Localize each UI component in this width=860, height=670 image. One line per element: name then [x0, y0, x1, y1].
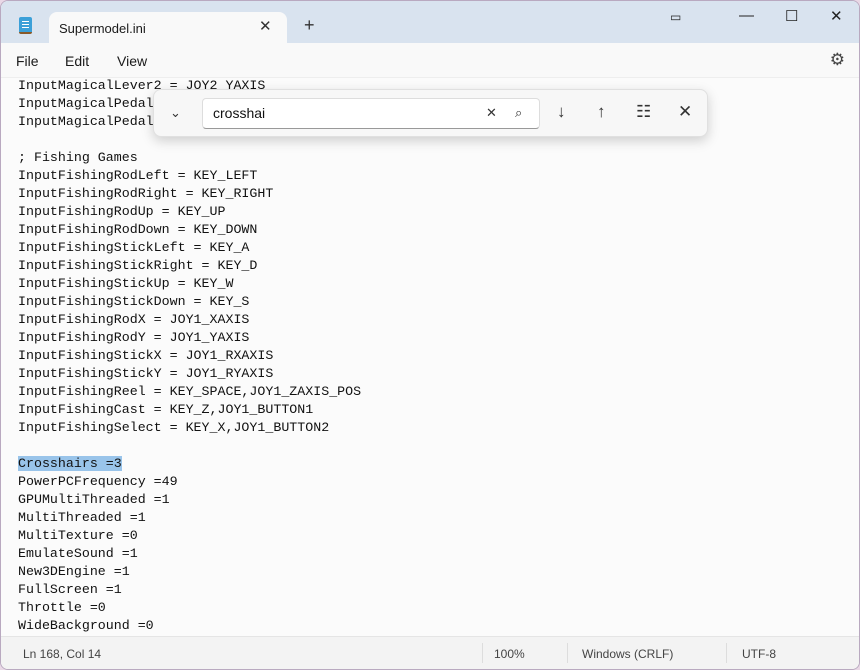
line-text: MultiThreaded =1: [18, 510, 146, 525]
text-line: InputMagicalPedal: [18, 95, 154, 113]
line-text: InputFishingStickUp = KEY_W: [18, 276, 234, 291]
line-ending[interactable]: Windows (CRLF): [582, 647, 673, 661]
text-line: EmulateSound =1: [18, 545, 138, 563]
settings-gear-icon[interactable]: ⚙: [830, 50, 845, 70]
maximize-button[interactable]: ☐: [785, 7, 798, 25]
minimize-button[interactable]: —: [739, 7, 754, 24]
clear-search-icon[interactable]: ✕: [486, 105, 497, 121]
text-line: WideBackground =0: [18, 617, 154, 635]
notepad-window: Supermodel.ini ✕ + ▭ — ☐ ✕ File Edit Vie…: [0, 0, 860, 670]
status-bar: Ln 168, Col 14 100% Windows (CRLF) UTF-8: [1, 636, 859, 669]
line-text: EmulateSound =1: [18, 546, 138, 561]
text-line: InputFishingRodDown = KEY_DOWN: [18, 221, 257, 239]
compact-overlay-icon[interactable]: ▭: [670, 10, 681, 24]
line-text: InputFishingRodDown = KEY_DOWN: [18, 222, 258, 237]
text-line: InputFishingStickDown = KEY_S: [18, 293, 249, 311]
expand-replace-chevron-icon[interactable]: ⌄: [170, 105, 181, 121]
text-line: New3DEngine =1: [18, 563, 130, 581]
close-window-button[interactable]: ✕: [830, 7, 843, 25]
text-line: InputFishingRodLeft = KEY_LEFT: [18, 167, 257, 185]
notepad-app-icon: [19, 17, 32, 34]
line-text: InputFishingStickRight = KEY_D: [18, 258, 258, 273]
text-editor[interactable]: InputMagicalLever2 = JOY2_YAXIS InputMagi…: [1, 77, 859, 638]
find-next-arrow-down-icon[interactable]: ↓: [557, 102, 566, 122]
text-line: InputFishingStickY = JOY1_RYAXIS: [18, 365, 273, 383]
text-line: InputFishingSelect = KEY_X,JOY1_BUTTON2: [18, 419, 329, 437]
text-line: InputFishingRodUp = KEY_UP: [18, 203, 225, 221]
zoom-level[interactable]: 100%: [494, 647, 525, 661]
line-text: InputFishingRodLeft = KEY_LEFT: [18, 168, 258, 183]
find-bar: ⌄ crosshai ✕ ⌕ ↓ ↑ ☷ ✕: [153, 89, 708, 137]
line-text: InputFishingStickLeft = KEY_A: [18, 240, 250, 255]
text-line: FullScreen =1: [18, 581, 122, 599]
line-text: WideBackground =0: [18, 618, 154, 633]
line-text: InputFishingRodY = JOY1_YAXIS: [18, 330, 250, 345]
text-line: MultiThreaded =1: [18, 509, 146, 527]
line-text: InputFishingCast = KEY_Z,JOY1_BUTTON1: [18, 402, 314, 417]
line-text: MultiTexture =0: [18, 528, 138, 543]
find-previous-arrow-up-icon[interactable]: ↑: [597, 102, 606, 122]
tab-title: Supermodel.ini: [59, 21, 146, 36]
text-line: PowerPCFrequency =49: [18, 473, 178, 491]
text-line: Throttle =0: [18, 599, 106, 617]
text-line: InputFishingCast = KEY_Z,JOY1_BUTTON1: [18, 401, 313, 419]
cursor-position: Ln 168, Col 14: [23, 647, 102, 661]
encoding[interactable]: UTF-8: [742, 647, 776, 661]
close-tab-icon[interactable]: ✕: [259, 17, 272, 35]
line-text: GPUMultiThreaded =1: [18, 492, 170, 507]
text-line: InputFishingStickUp = KEY_W: [18, 275, 233, 293]
search-options-icon[interactable]: ☷: [636, 102, 651, 122]
text-line: InputFishingRodX = JOY1_XAXIS: [18, 311, 249, 329]
search-icon[interactable]: ⌕: [515, 105, 522, 121]
line-text: PowerPCFrequency =49: [18, 474, 178, 489]
line-text: InputFishingSelect = KEY_X,JOY1_BUTTON2: [18, 420, 330, 435]
menu-file[interactable]: File: [16, 53, 39, 69]
line-text: ; Fishing Games: [18, 150, 138, 165]
text-line: InputMagicalPedal: [18, 113, 154, 131]
line-text: InputFishingRodRight = KEY_RIGHT: [18, 186, 274, 201]
line-text: InputMagicalPedal: [18, 96, 154, 111]
text-line: InputFishingStickRight = KEY_D: [18, 257, 257, 275]
selected-text: Crosshairs =3: [18, 456, 122, 471]
new-tab-button[interactable]: +: [304, 15, 315, 36]
menu-edit[interactable]: Edit: [65, 53, 89, 69]
line-text: InputFishingStickX = JOY1_RXAXIS: [18, 348, 274, 363]
text-line: InputFishingStickX = JOY1_RXAXIS: [18, 347, 273, 365]
text-line: GPUMultiThreaded =1: [18, 491, 170, 509]
text-line: MultiTexture =0: [18, 527, 138, 545]
text-line: InputFishingRodRight = KEY_RIGHT: [18, 185, 273, 203]
text-line: InputFishingRodY = JOY1_YAXIS: [18, 329, 249, 347]
line-text: InputFishingRodX = JOY1_XAXIS: [18, 312, 250, 327]
title-bar: Supermodel.ini ✕ + ▭ — ☐ ✕: [1, 1, 859, 43]
line-text: Throttle =0: [18, 600, 106, 615]
text-line: InputFishingReel = KEY_SPACE,JOY1_ZAXIS_…: [18, 383, 361, 401]
text-line: ; Fishing Games: [18, 149, 138, 167]
line-text: InputFishingStickDown = KEY_S: [18, 294, 250, 309]
menu-bar: File Edit View ⚙: [1, 43, 859, 77]
text-line: Crosshairs =3: [18, 455, 122, 473]
line-text: FullScreen =1: [18, 582, 122, 597]
menu-view[interactable]: View: [117, 53, 147, 69]
tab-supermodel-ini[interactable]: Supermodel.ini ✕: [49, 12, 287, 43]
line-text: InputFishingStickY = JOY1_RYAXIS: [18, 366, 274, 381]
close-find-icon[interactable]: ✕: [678, 102, 692, 122]
text-line: InputFishingStickLeft = KEY_A: [18, 239, 249, 257]
line-text: InputFishingReel = KEY_SPACE,JOY1_ZAXIS_…: [18, 384, 362, 399]
line-text: InputFishingRodUp = KEY_UP: [18, 204, 226, 219]
line-text: New3DEngine =1: [18, 564, 130, 579]
line-text: InputMagicalPedal: [18, 114, 154, 129]
